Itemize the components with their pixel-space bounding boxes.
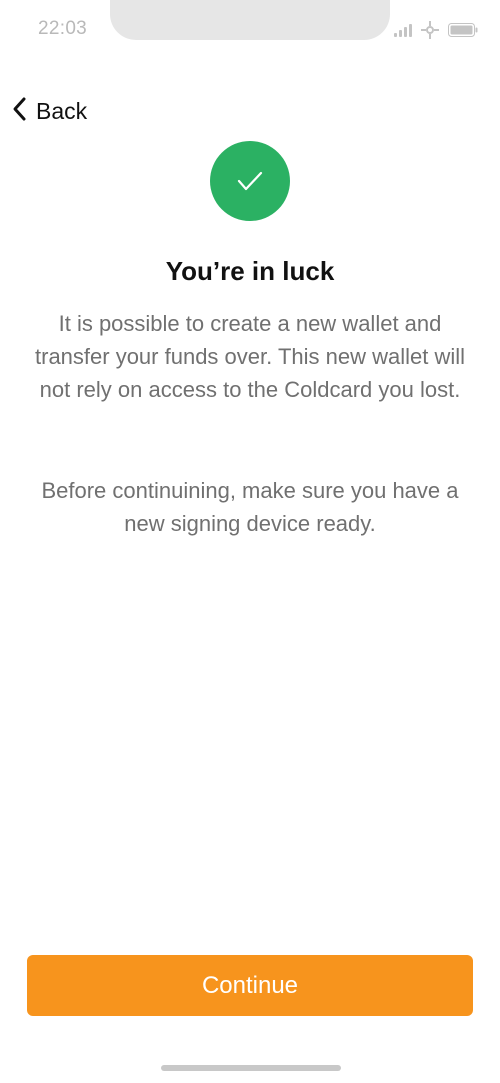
home-indicator: [161, 1065, 341, 1071]
status-bar: 22:03: [0, 0, 500, 60]
continue-button[interactable]: Continue: [27, 955, 473, 1016]
checkmark-icon: [210, 141, 290, 221]
wifi-icon: [420, 21, 440, 39]
device-notch: [110, 0, 390, 40]
back-button[interactable]: Back: [12, 96, 87, 126]
status-time: 22:03: [38, 18, 88, 39]
page-title: You’re in luck: [165, 256, 335, 286]
status-icons: [394, 21, 478, 39]
battery-icon: [448, 23, 478, 37]
instruction-text: Before continuining, make sure you have …: [41, 478, 459, 536]
description-text: It is possible to create a new wallet an…: [35, 311, 465, 402]
chevron-left-icon: [12, 96, 28, 127]
signal-icon: [394, 23, 412, 37]
back-label: Back: [36, 97, 88, 124]
